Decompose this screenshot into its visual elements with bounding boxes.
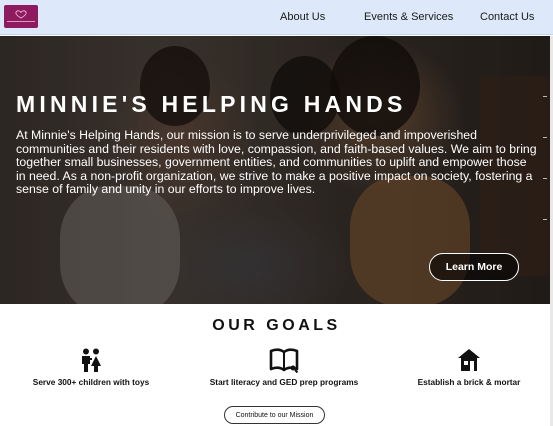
goal-label: Serve 300+ children with toys [32, 377, 150, 387]
nav-contact-us[interactable]: Contact Us [480, 11, 534, 23]
goal-item: Serve 300+ children with toys [28, 347, 154, 387]
book-icon [269, 348, 299, 373]
goal-label: Start literacy and GED prep programs [209, 377, 359, 387]
navbar: About Us Events & Services Contact Us [0, 0, 553, 35]
goal-item: Start literacy and GED prep programs [206, 347, 362, 387]
learn-more-button[interactable]: Learn More [429, 253, 519, 281]
goal-label: Establish a brick & mortar [417, 377, 521, 387]
logo[interactable] [4, 5, 38, 28]
goals-title: OUR GOALS [212, 317, 341, 334]
logo-heart-icon [15, 9, 27, 19]
house-icon [458, 349, 480, 371]
goal-item: Establish a brick & mortar [414, 347, 524, 387]
hero-description: At Minnie's Helping Hands, our mission i… [16, 128, 537, 197]
hero-section: MINNIE'S HELPING HANDS At Minnie's Helpi… [0, 36, 553, 304]
contribute-button[interactable]: Contribute to our Mission [224, 406, 325, 424]
children-icon [82, 348, 101, 372]
nav-about-us[interactable]: About Us [280, 11, 325, 23]
logo-wordmark [7, 20, 35, 22]
nav-events-services[interactable]: Events & Services [364, 11, 453, 23]
hero-title: MINNIE'S HELPING HANDS [16, 91, 407, 117]
